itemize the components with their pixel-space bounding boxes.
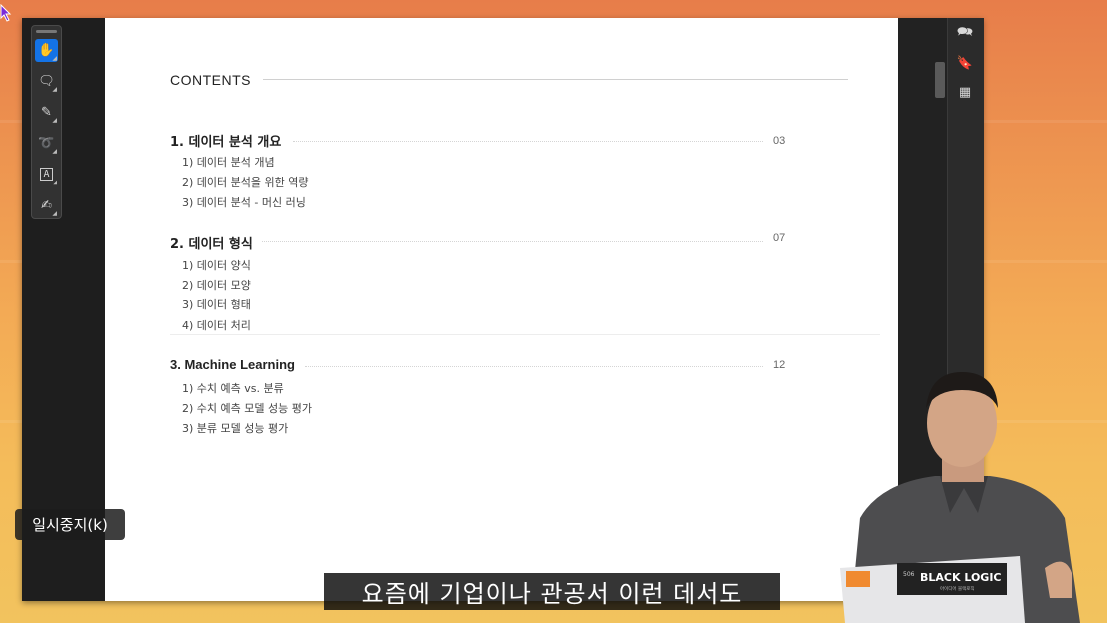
toc-section-3[interactable]: 3. Machine Learning: [170, 357, 295, 372]
comments-icon: 🗪: [956, 25, 974, 40]
quick-tools-toolbar: ✋ ◢ 🗨 ◢ ✎ ◢ ➰ ◢ A ◢ ✍ ◢: [31, 25, 62, 219]
comments-panel-button[interactable]: 🗪: [955, 24, 975, 44]
text-box-icon: A: [40, 168, 53, 181]
sticker-title: BLACK LOGIC: [920, 571, 1002, 584]
sign-tool-button[interactable]: ✍ ◢: [35, 194, 58, 217]
toc-item[interactable]: 2) 데이터 분석을 위한 역량: [182, 174, 308, 190]
toc-item[interactable]: 2) 데이터 모양: [182, 277, 251, 293]
freehand-tool-button[interactable]: ➰ ◢: [35, 132, 58, 155]
toc-page-number: 07: [773, 232, 786, 244]
sticker-subtitle: 아이디어 블랙로직: [940, 585, 975, 592]
sign-icon: ✍: [41, 198, 52, 213]
presenter-webcam: 506 BLACK LOGIC 아이디어 블랙로직: [840, 372, 1080, 623]
add-comment-tool-button[interactable]: 🗨 ◢: [35, 70, 58, 93]
toc-item[interactable]: 3) 분류 모델 성능 평가: [182, 420, 288, 436]
toc-page-number: 12: [773, 359, 786, 371]
thumbnails-panel-button[interactable]: ▦: [955, 82, 975, 102]
toc-section-1[interactable]: 1. 데이터 분석 개요: [170, 131, 281, 150]
toc-section-2[interactable]: 2. 데이터 형식: [170, 233, 253, 252]
bookmark-icon: 🔖: [956, 55, 974, 71]
toc-item[interactable]: 4) 데이터 처리: [182, 317, 251, 333]
toc-leader: [262, 241, 763, 243]
toc-item[interactable]: 3) 데이터 분석 - 머신 러닝: [182, 194, 306, 210]
toolbar-drag-handle[interactable]: [36, 30, 57, 33]
draw-tool-button[interactable]: ✎ ◢: [35, 101, 58, 124]
toc-item[interactable]: 3) 데이터 형태: [182, 296, 251, 312]
mouse-cursor-icon: [0, 4, 12, 22]
section-divider: [170, 334, 880, 335]
contents-heading: CONTENTS: [170, 72, 251, 88]
subtitle-caption: 요즘에 기업이나 관공서 이런 데서도: [324, 573, 780, 610]
pen-icon: ✎: [41, 105, 52, 120]
vertical-scrollbar-thumb[interactable]: [935, 62, 945, 98]
toc-leader: [305, 366, 763, 368]
heading-rule: [263, 79, 848, 80]
sticker-number: 506: [903, 571, 915, 578]
toc-item[interactable]: 2) 수치 예측 모델 성능 평가: [182, 400, 312, 416]
bookmarks-panel-button[interactable]: 🔖: [955, 53, 975, 73]
toc-page-number: 03: [773, 135, 786, 147]
toc-leader: [293, 141, 763, 143]
toc-item[interactable]: 1) 수치 예측 vs. 분류: [182, 380, 284, 396]
thumbnails-icon: ▦: [958, 84, 972, 100]
toc-item[interactable]: 1) 데이터 양식: [182, 257, 251, 273]
pause-tooltip: 일시중지(k): [15, 509, 125, 540]
hand-tool-button[interactable]: ✋ ◢: [35, 39, 58, 62]
toc-item[interactable]: 1) 데이터 분석 개념: [182, 154, 275, 170]
text-tool-button[interactable]: A ◢: [35, 163, 58, 186]
